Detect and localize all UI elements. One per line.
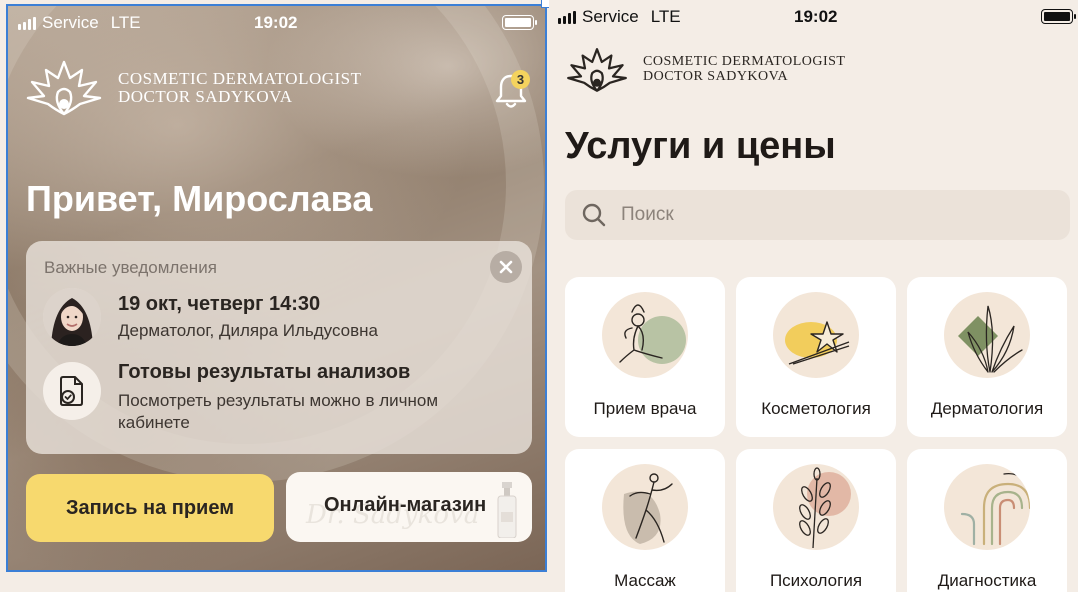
notifications-bell[interactable]: 3 — [494, 70, 530, 110]
online-shop-label: Онлайн-магазин — [324, 494, 487, 516]
product-bottle-icon — [497, 482, 517, 538]
brand-logo-right: COSMETIC DERMATOLOGIST DOCTOR SADYKOVA — [565, 46, 845, 94]
service-tile-dermatology[interactable]: Дерматология — [907, 277, 1067, 437]
brand-logo: COSMETIC DERMATOLOGIST DOCTOR SADYKOVA — [24, 58, 362, 118]
search-input[interactable] — [621, 204, 1041, 226]
service-tile-psychology[interactable]: Психология — [736, 449, 896, 592]
brand-line2: DOCTOR SADYKOVA — [643, 69, 789, 84]
service-label: Дерматология — [930, 399, 1044, 418]
results-icon-wrap — [43, 362, 101, 420]
service-label: Косметология — [761, 399, 871, 418]
brand-line1: COSMETIC DERMATOLOGIST — [118, 69, 362, 89]
online-shop-button[interactable]: Dr. Sadykova Онлайн-магазин — [286, 472, 532, 542]
service-tile-doctor[interactable]: Прием врача — [565, 277, 725, 437]
doctor-portrait-icon — [43, 288, 101, 346]
search-icon — [582, 203, 606, 227]
brand-text: COSMETIC DERMATOLOGIST DOCTOR SADYKOVA — [643, 55, 845, 84]
brand-line2: DOCTOR SADYKOVA — [118, 87, 293, 106]
results-title[interactable]: Готовы результаты анализов — [118, 361, 410, 384]
bottom-strip — [0, 572, 548, 592]
ballerina-icon — [602, 464, 688, 550]
stage: Service LTE 19:02 COSMETIC DERMATOLOGIST… — [0, 0, 1078, 592]
document-check-icon — [60, 376, 83, 406]
book-appointment-button[interactable]: Запись на прием — [26, 474, 274, 542]
carrier-label: Service — [42, 13, 99, 32]
lotus-logo-icon — [567, 48, 627, 92]
service-tile-cosmetology[interactable]: Косметология — [736, 277, 896, 437]
notification-badge: 3 — [511, 70, 530, 89]
branch-icon — [773, 464, 859, 550]
status-time: 19:02 — [254, 13, 298, 32]
signal-icon — [18, 16, 36, 30]
results-text: Посмотреть результаты можно в личном каб… — [118, 391, 439, 432]
search-bar[interactable] — [565, 190, 1070, 240]
carrier-label: Service — [582, 7, 639, 26]
close-notifications-button[interactable] — [490, 251, 522, 283]
greeting-title: Привет, Мирослава — [26, 178, 373, 219]
rainbow-icon — [944, 464, 1030, 550]
page-title: Услуги и цены — [565, 125, 836, 167]
battery-icon — [502, 15, 537, 30]
doctor-avatar[interactable] — [43, 288, 101, 346]
appointment-doctor: Дерматолог, Диляра Ильдусовна — [118, 321, 379, 340]
home-screen: Service LTE 19:02 COSMETIC DERMATOLOGIST… — [6, 4, 547, 572]
service-label: Диагностика — [937, 571, 1037, 590]
service-tile-massage[interactable]: Массаж — [565, 449, 725, 592]
vanilla-flower-icon — [773, 292, 859, 378]
leaves-icon — [944, 292, 1030, 378]
yoga-pose-icon — [602, 292, 688, 378]
network-label: LTE — [110, 13, 141, 32]
network-label: LTE — [650, 7, 681, 26]
appointment-datetime[interactable]: 19 окт, четверг 14:30 — [118, 293, 320, 316]
service-tile-diagnostics[interactable]: Диагностика — [907, 449, 1067, 592]
services-grid: Прием врача Косметология Дерматология Ма… — [565, 277, 1068, 592]
service-label: Массаж — [614, 571, 676, 590]
lotus-logo-icon — [26, 60, 102, 116]
brand-text: COSMETIC DERMATOLOGIST DOCTOR SADYKOVA — [118, 70, 362, 106]
status-bar-right: Service LTE 19:02 — [558, 7, 1076, 27]
battery-icon — [1041, 9, 1076, 24]
services-screen: Service LTE 19:02 COSMETIC DERMATOLOGIST… — [549, 0, 1078, 592]
notifications-title: Важные уведомления — [44, 258, 217, 277]
service-label: Прием врача — [593, 399, 697, 418]
signal-icon — [558, 10, 576, 24]
close-icon — [499, 260, 513, 274]
status-bar: Service LTE 19:02 — [18, 13, 543, 33]
brand-line1: COSMETIC DERMATOLOGIST — [643, 54, 846, 70]
status-time: 19:02 — [794, 7, 838, 26]
notifications-card: Важные уведомления 19 окт, четверг 14:30 — [26, 241, 532, 454]
service-label: Психология — [769, 571, 863, 590]
